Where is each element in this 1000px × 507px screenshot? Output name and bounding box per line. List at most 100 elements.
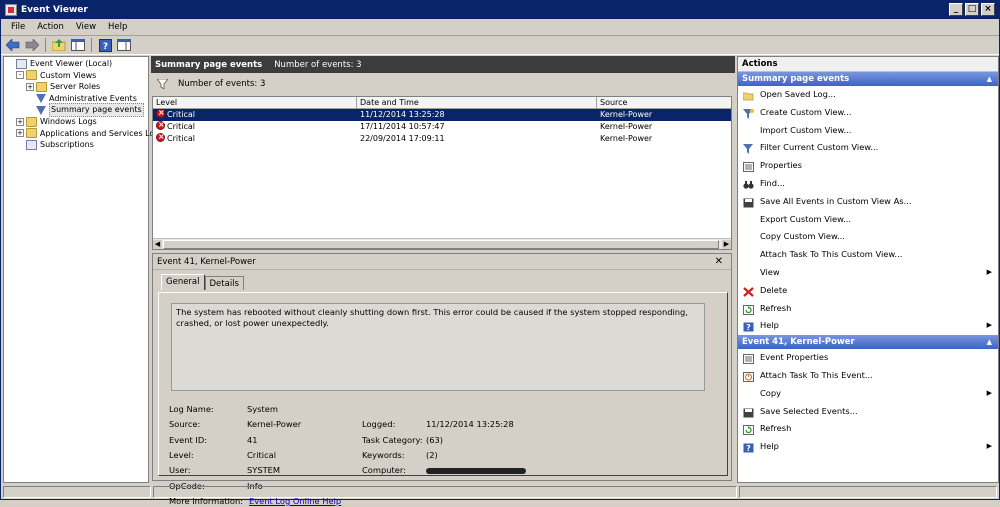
details-header: Event 41, Kernel-Power ✕ bbox=[153, 254, 731, 270]
tree-node[interactable]: Event Viewer (Local) bbox=[4, 58, 148, 70]
action-label: Copy Custom View... bbox=[760, 231, 845, 242]
action-save-all-events-in-custom-view-as[interactable]: Save All Events in Custom View As... bbox=[738, 193, 998, 211]
column-source[interactable]: Source bbox=[597, 97, 731, 108]
tree-node-label: Applications and Services Logs bbox=[39, 128, 164, 138]
action-view[interactable]: View ▶ bbox=[738, 264, 998, 282]
close-button[interactable]: × bbox=[981, 3, 995, 16]
table-row[interactable]: Critical 11/12/2014 13:25:28 Kernel-Power bbox=[153, 107, 731, 121]
action-label: Find... bbox=[760, 177, 785, 188]
show-hide-tree-button[interactable] bbox=[70, 37, 86, 53]
collapse-icon[interactable]: ▲ bbox=[987, 335, 992, 349]
cell-date-time: 22/09/2014 17:09:11 bbox=[360, 134, 445, 143]
action-label: Refresh bbox=[760, 423, 792, 434]
table-row[interactable]: Critical 17/11/2014 10:57:47 Kernel-Power bbox=[153, 119, 731, 133]
menu-file[interactable]: File bbox=[5, 22, 31, 32]
scroll-left-icon[interactable]: ◀ bbox=[153, 240, 162, 249]
tree-node[interactable]: + Server Roles bbox=[4, 81, 148, 93]
action-delete[interactable]: Delete bbox=[738, 282, 998, 300]
action-open-saved-log[interactable]: Open Saved Log... bbox=[738, 86, 998, 104]
help-icon: ? bbox=[743, 321, 754, 332]
show-hide-action-pane-button[interactable] bbox=[116, 37, 132, 53]
open-folder-icon bbox=[742, 90, 754, 101]
refresh-icon bbox=[743, 424, 754, 436]
action-label: Export Custom View... bbox=[760, 213, 852, 224]
tree-node-label: Server Roles bbox=[50, 82, 101, 92]
menu-view[interactable]: View bbox=[70, 22, 102, 32]
forward-button[interactable] bbox=[24, 37, 40, 53]
action-save-selected-events[interactable]: Save Selected Events... bbox=[738, 403, 998, 421]
scroll-right-icon[interactable]: ▶ bbox=[722, 240, 731, 249]
level-text: Critical bbox=[167, 122, 195, 131]
actions-section-title: Summary page events bbox=[742, 74, 850, 84]
action-properties[interactable]: Properties bbox=[738, 157, 998, 175]
minimize-button[interactable]: _ bbox=[949, 3, 963, 16]
horizontal-scrollbar[interactable]: ◀ ▶ bbox=[153, 238, 731, 249]
tree-node[interactable]: + Applications and Services Logs bbox=[4, 128, 164, 140]
label-user: User: bbox=[169, 465, 191, 475]
help-button[interactable]: ? bbox=[97, 37, 113, 53]
actions-section-event[interactable]: Event 41, Kernel-Power ▲ bbox=[738, 335, 998, 350]
general-panel: The system has rebooted without cleanly … bbox=[158, 292, 728, 506]
status-pane-2 bbox=[153, 486, 737, 498]
cell-date-time: 17/11/2014 10:57:47 bbox=[360, 122, 445, 131]
scrollbar-thumb[interactable] bbox=[163, 240, 719, 249]
submenu-arrow-icon: ▶ bbox=[986, 267, 992, 276]
actions-section-summary-page-events[interactable]: Summary page events ▲ bbox=[738, 72, 998, 86]
menu-action[interactable]: Action bbox=[31, 22, 70, 32]
value-log-name: System bbox=[247, 404, 278, 414]
action-help[interactable]: ? Help ▶ bbox=[738, 317, 998, 335]
column-date-time[interactable]: Date and Time bbox=[357, 97, 597, 108]
tree-node[interactable]: - Custom Views bbox=[4, 70, 148, 82]
action-find[interactable]: Find... bbox=[738, 175, 998, 193]
tree-node[interactable]: Subscriptions bbox=[4, 139, 148, 151]
event-viewer-icon bbox=[16, 58, 27, 69]
action-filter-current-custom-view[interactable]: Filter Current Custom View... bbox=[738, 139, 998, 157]
action-event-properties[interactable]: Event Properties bbox=[738, 349, 998, 367]
menu-help[interactable]: Help bbox=[102, 22, 133, 32]
tab-general[interactable]: General bbox=[161, 274, 205, 290]
event-description[interactable]: The system has rebooted without cleanly … bbox=[171, 303, 705, 391]
action-copy[interactable]: Copy ▶ bbox=[738, 385, 998, 403]
action-refresh[interactable]: Refresh bbox=[738, 300, 998, 318]
tree-node-label: Event Viewer (Local) bbox=[30, 59, 113, 68]
action-attach-task-to-this-custom-view[interactable]: Attach Task To This Custom View... bbox=[738, 246, 998, 264]
up-folder-button[interactable] bbox=[51, 37, 67, 53]
action-import-custom-view[interactable]: Import Custom View... bbox=[738, 122, 998, 140]
create-filter-icon bbox=[743, 108, 754, 119]
back-button[interactable] bbox=[5, 37, 21, 53]
maximize-button[interactable]: □ bbox=[965, 3, 979, 16]
column-level[interactable]: Level bbox=[153, 97, 357, 108]
action-help[interactable]: ? Help ▶ bbox=[738, 438, 998, 456]
submenu-arrow-icon: ▶ bbox=[986, 388, 992, 397]
close-icon[interactable]: ✕ bbox=[715, 254, 723, 270]
expand-icon[interactable]: + bbox=[16, 129, 24, 138]
action-attach-task-to-this-event[interactable]: Attach Task To This Event... bbox=[738, 367, 998, 385]
save-icon bbox=[743, 197, 754, 208]
value-event-id: 41 bbox=[247, 434, 258, 445]
view-title: Summary page events bbox=[155, 59, 263, 70]
collapse-icon[interactable]: - bbox=[16, 71, 24, 80]
action-refresh[interactable]: Refresh bbox=[738, 420, 998, 438]
action-label: Properties bbox=[760, 160, 802, 171]
submenu-arrow-icon: ▶ bbox=[986, 442, 992, 451]
label-computer: Computer: bbox=[362, 465, 406, 475]
value-task-category: (63) bbox=[426, 434, 444, 445]
action-export-custom-view[interactable]: Export Custom View... bbox=[738, 211, 998, 229]
table-row[interactable]: Critical 22/09/2014 17:09:11 Kernel-Power bbox=[153, 131, 731, 145]
toolbar-separator bbox=[45, 38, 46, 52]
collapse-icon[interactable]: ▲ bbox=[987, 72, 992, 86]
tree-node[interactable]: + Windows Logs bbox=[4, 116, 148, 128]
title-bar[interactable]: Event Viewer _ □ × bbox=[1, 1, 999, 19]
expand-icon[interactable]: + bbox=[26, 82, 34, 91]
tree-node[interactable]: Summary page events bbox=[4, 103, 148, 117]
tab-details[interactable]: Details bbox=[204, 276, 244, 290]
action-create-custom-view[interactable]: Create Custom View... bbox=[738, 104, 998, 122]
toolbar: ? bbox=[1, 36, 999, 55]
action-label: Import Custom View... bbox=[760, 124, 852, 135]
action-label: Help bbox=[760, 441, 779, 452]
expand-icon[interactable]: + bbox=[16, 117, 24, 126]
status-pane-3 bbox=[739, 486, 997, 498]
toolbar-separator bbox=[91, 38, 92, 52]
level-text: Critical bbox=[167, 134, 195, 143]
action-copy-custom-view[interactable]: Copy Custom View... bbox=[738, 228, 998, 246]
